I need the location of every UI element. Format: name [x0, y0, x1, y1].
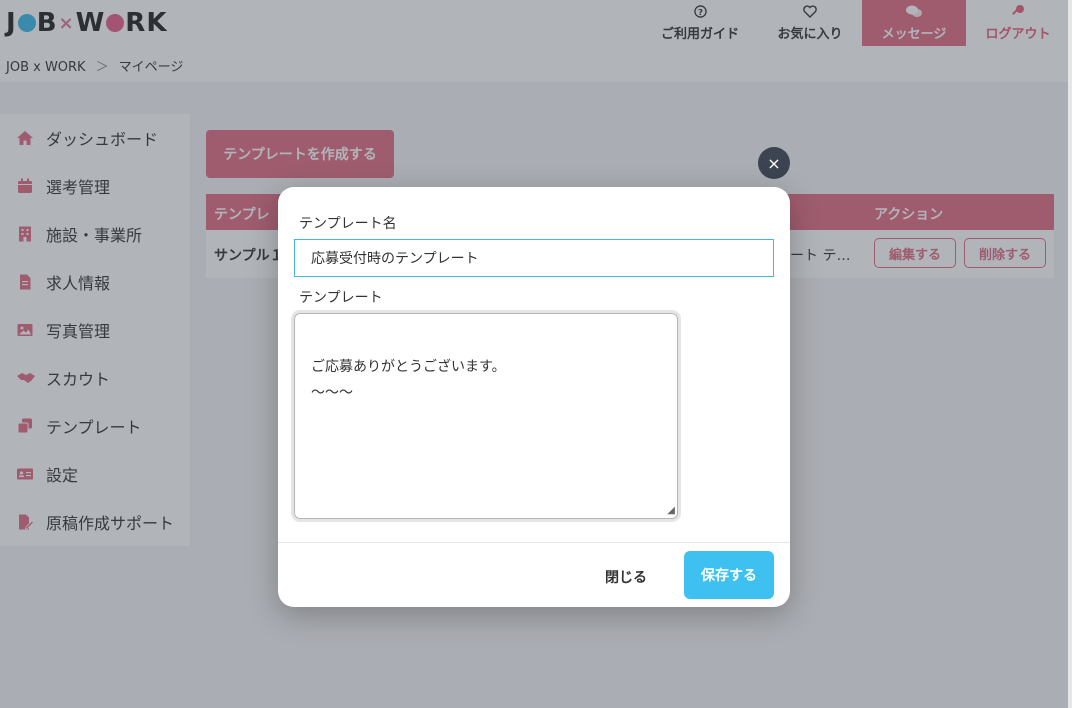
modal-footer-divider	[278, 542, 790, 543]
template-body-text: ご応募ありがとうございます。 〜〜〜	[311, 359, 506, 401]
template-body-label: テンプレート	[299, 290, 383, 306]
template-body-textarea[interactable]: ご応募ありがとうございます。 〜〜〜 ◢	[294, 313, 678, 519]
template-name-label: テンプレート名	[299, 216, 397, 232]
page-scrollbar[interactable]	[1068, 0, 1072, 708]
resize-handle-icon[interactable]: ◢	[667, 506, 675, 516]
template-name-input[interactable]: 応募受付時のテンプレート	[294, 239, 774, 277]
close-button[interactable]: 閉じる	[605, 567, 647, 587]
modal-close-icon[interactable]: ×	[758, 147, 790, 179]
save-button[interactable]: 保存する	[684, 551, 774, 599]
template-modal: テンプレート名 応募受付時のテンプレート テンプレート ご応募ありがとうございま…	[278, 187, 790, 607]
